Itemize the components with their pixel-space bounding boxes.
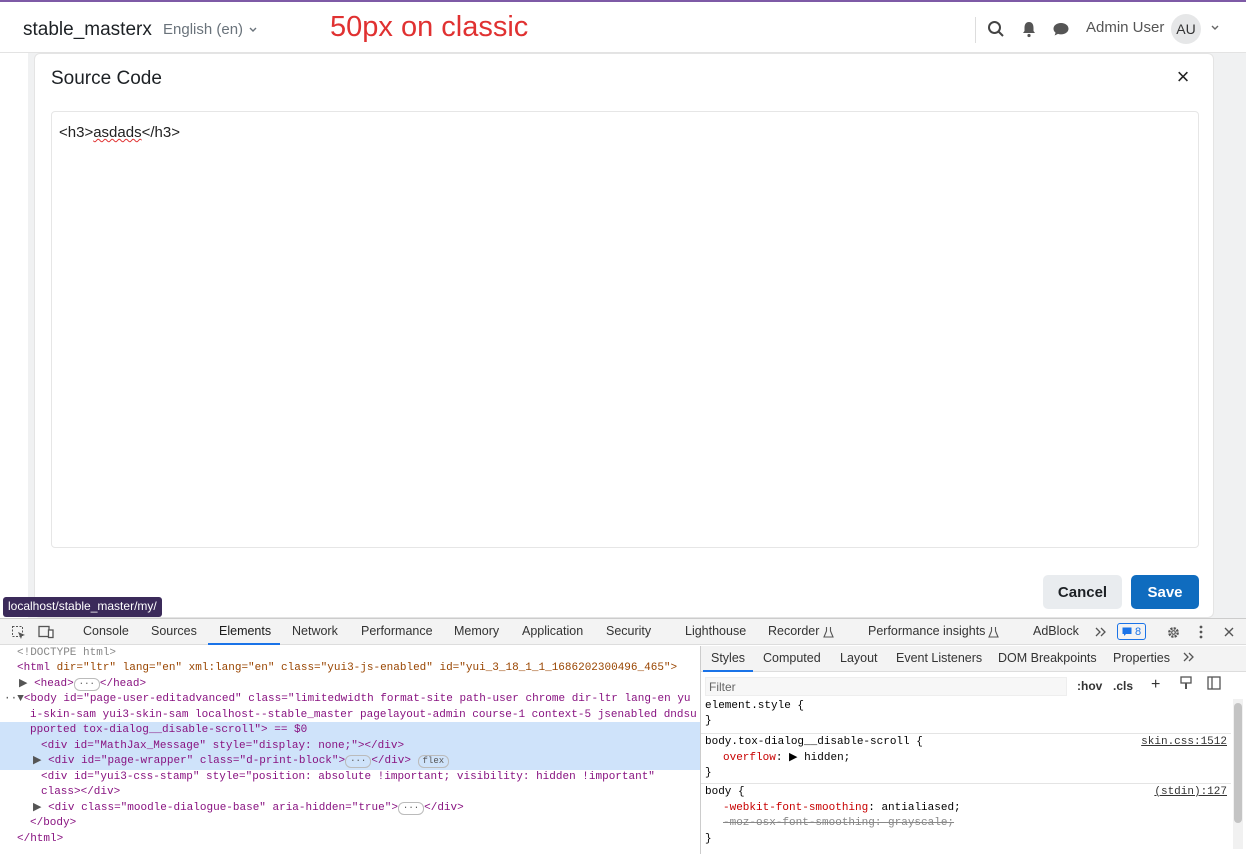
dom-line-dialogue-base[interactable]: ▶ <div class="moodle-dialogue-base" aria… [33,801,464,817]
code-open-tag: <h3> [59,124,94,141]
tab-layout[interactable]: Layout [840,651,878,665]
dom-line-css-stamp-cont: class></div> [41,786,121,798]
dialog-title: Source Code [51,68,162,89]
rule-moz-smoothing-decl[interactable]: -moz-osx-font-smoothing: grayscale; [723,816,954,832]
dom-line-head[interactable]: ▶ <head> ··· </head> [19,677,146,693]
cls-toggle[interactable]: .cls [1113,679,1133,693]
rule-separator [701,733,1231,734]
rule-body-selector[interactable]: body { [705,785,745,801]
tab-recorder[interactable]: Recorder [768,624,819,638]
tab-security[interactable]: Security [606,624,651,638]
rule-tox-dialog-source-link[interactable]: skin.css:1512 [1141,735,1227,751]
dom-line-body[interactable]: ··▼<body id="page-user-editadvanced" cla… [4,692,691,708]
tab-performance[interactable]: Performance [361,624,433,638]
tab-styles[interactable]: Styles [711,651,745,665]
user-name[interactable]: Admin User [1086,19,1164,36]
tab-console[interactable]: Console [83,624,129,638]
code-close-tag: </h3> [141,124,180,141]
inspect-element-icon[interactable] [10,624,26,640]
source-code-editor[interactable]: <h3>asdads</h3> [51,111,1199,548]
paint-brush-icon[interactable] [1179,676,1193,693]
new-rule-icon[interactable]: + [1151,676,1160,694]
tab-elements[interactable]: Elements [219,624,271,638]
issues-badge[interactable]: 8 [1117,623,1147,640]
sidebar-active-indicator [703,670,753,672]
tab-dom-breakpoints[interactable]: DOM Breakpoints [998,651,1097,665]
user-menu-chevron-icon[interactable] [1210,20,1220,38]
dom-line-body-cont1: i-skin-sam yui3-skin-sam localhost--stab… [30,709,697,721]
active-tab-indicator [208,643,280,645]
tab-sources[interactable]: Sources [151,624,197,638]
styles-sidebar: Styles Computed Layout Event Listeners D… [700,646,1246,854]
status-url: localhost/stable_master/my/ [3,597,162,617]
issues-count: 8 [1135,625,1142,638]
tab-adblock[interactable]: AdBlock [1033,624,1079,638]
tab-lighthouse[interactable]: Lighthouse [685,624,746,638]
rule-tox-dialog-selector[interactable]: body.tox-dialog__disable-scroll { [705,735,923,751]
more-tabs-icon[interactable] [1093,624,1109,640]
close-icon[interactable]: × [1172,64,1194,89]
dom-line-mathjax[interactable]: <div id="MathJax_Message" style="display… [41,739,404,755]
dom-line-body-close: </body> [30,817,77,829]
navbar: stable_masterx English (en) 50px on clas… [0,2,1246,53]
language-menu[interactable]: English (en) [163,21,258,38]
cancel-button[interactable]: Cancel [1043,575,1122,609]
styles-filter-input[interactable]: Filter [705,677,1067,696]
chat-icon[interactable] [1051,19,1071,39]
rule-body-source-link[interactable]: (stdin):127 [1154,785,1227,801]
rule-tox-dialog-close: } [705,767,712,779]
tab-properties[interactable]: Properties [1113,651,1170,665]
chevron-down-icon [249,27,257,32]
rule-element-style[interactable]: element.style { [705,699,804,715]
dom-line-page-wrapper[interactable]: ▶ <div id="page-wrapper" class="d-print-… [33,754,450,770]
sidebar-toggle-icon[interactable] [1207,676,1221,693]
hov-toggle[interactable]: :hov [1077,679,1102,693]
avatar[interactable]: AU [1171,14,1201,44]
annotation-text: 50px on classic [330,11,529,43]
tab-memory[interactable]: Memory [454,624,499,638]
devtools-panel: Console Sources Elements Network Perform… [0,618,1246,854]
device-toolbar-icon[interactable] [38,624,54,640]
navbar-divider [975,17,976,43]
search-icon[interactable] [986,19,1006,39]
flask-icon [820,624,836,640]
rule-element-style-close: } [705,715,712,727]
styles-scrollbar-thumb[interactable] [1234,703,1242,823]
page-left-strip [0,53,28,618]
rule-body-close: } [705,833,712,845]
dom-line-css-stamp[interactable]: <div id="yui3-css-stamp" style="position… [41,770,655,786]
tab-event-listeners[interactable]: Event Listeners [896,651,982,665]
tab-performance-insights[interactable]: Performance insights [868,624,985,638]
tab-application[interactable]: Application [522,624,583,638]
site-name[interactable]: stable_masterx [23,19,152,41]
sidebar-tabbar: Styles Computed Layout Event Listeners D… [701,646,1246,672]
bell-icon[interactable] [1019,19,1039,39]
language-label: English (en) [163,21,244,38]
tab-computed[interactable]: Computed [763,651,821,665]
save-button[interactable]: Save [1131,575,1199,609]
devtools-tabbar: Console Sources Elements Network Perform… [0,619,1246,645]
dom-line-body-cont2: pported tox-dialog__disable-scroll"> == … [30,724,308,736]
close-devtools-icon[interactable] [1221,624,1237,640]
dom-line-html[interactable]: <html dir="ltr" lang="en" xml:lang="en" … [17,661,677,677]
dom-tree[interactable]: <!DOCTYPE html> <html dir="ltr" lang="en… [0,646,700,854]
dom-line-doctype: <!DOCTYPE html> [17,647,117,659]
tab-network[interactable]: Network [292,624,338,638]
more-sidebar-tabs-icon[interactable] [1182,651,1196,666]
kebab-menu-icon[interactable] [1193,624,1209,640]
settings-gear-icon[interactable] [1165,624,1181,640]
code-text: asdads [93,124,142,141]
source-code-dialog: Source Code × <h3>asdads</h3> Cancel Sav… [34,53,1214,618]
flask-icon-2 [985,624,1001,640]
rule-webkit-smoothing-decl[interactable]: -webkit-font-smoothing: antialiased; [723,801,961,817]
dom-line-html-close: </html> [17,833,64,845]
rule-separator-2 [701,783,1231,784]
rule-overflow-decl[interactable]: overflow: ▶ hidden; [723,751,850,767]
